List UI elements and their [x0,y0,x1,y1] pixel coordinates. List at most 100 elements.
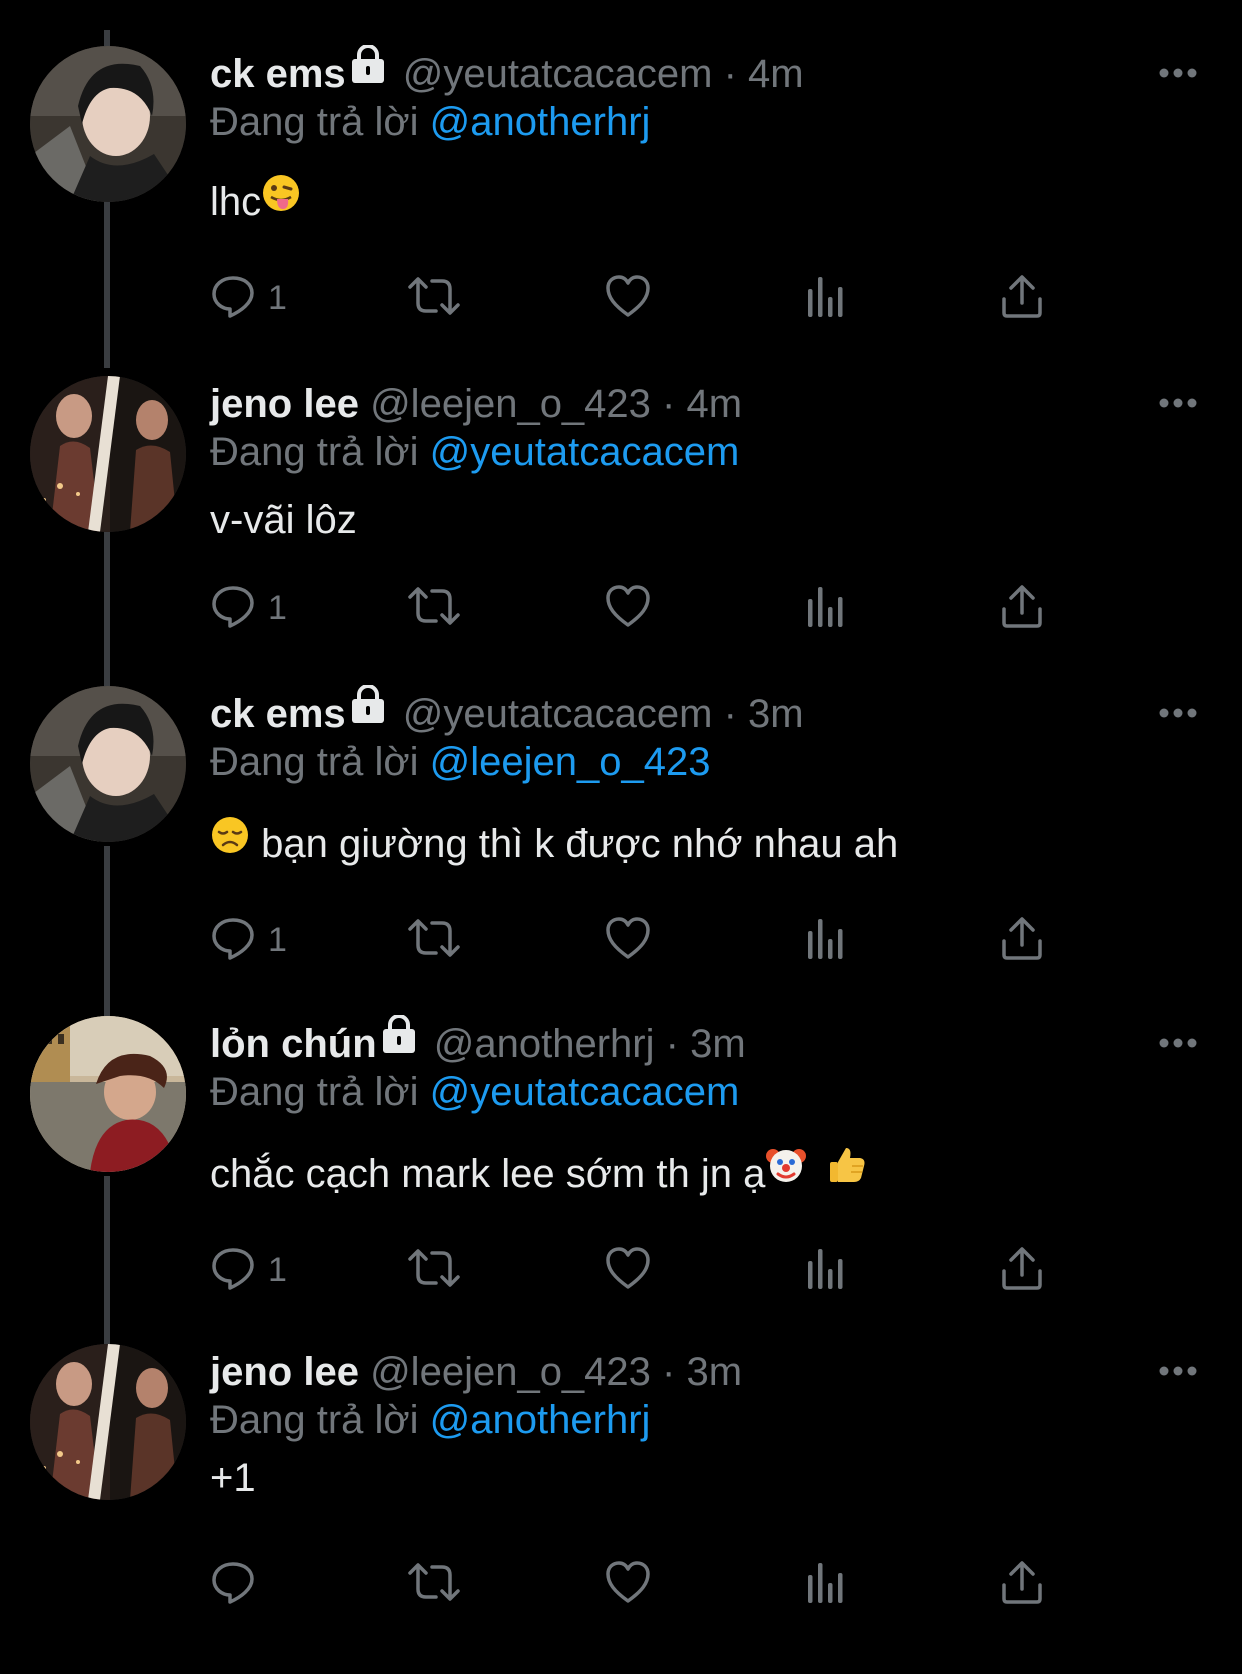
avatar-ck-ems[interactable] [30,686,186,842]
more-dots-icon[interactable] [1158,1364,1198,1382]
views-bar-chart-icon [806,915,846,966]
views-button[interactable] [806,1554,846,1614]
like-button[interactable] [604,910,652,970]
replying-to-label: Đang trả lời [210,740,419,784]
avatar-lon-chun[interactable] [30,1016,186,1172]
heart-icon [604,273,652,324]
retweet-button[interactable] [406,268,462,328]
lock-icon [348,44,388,100]
more-dots-icon[interactable] [1158,1036,1198,1054]
timestamp[interactable]: 3m [748,692,804,736]
separator-dot: · [662,1350,676,1394]
retweet-button[interactable] [406,1240,462,1300]
replying-to: Đang trả lời @yeutatcacacem [210,1064,739,1120]
mention-link[interactable]: @yeutatcacacem [430,1070,740,1114]
replying-to: Đang trả lời @anotherhrj [210,94,650,150]
like-button[interactable] [604,268,652,328]
separator-dot: · [665,1022,679,1066]
tweet[interactable]: ck ems @yeutatcacacem · 3m Đang trả lời … [0,684,1242,1016]
share-button[interactable] [1000,578,1044,638]
mention-link[interactable]: @leejen_o_423 [430,740,711,784]
clown-face-emoji [765,1144,807,1201]
share-button[interactable] [1000,268,1044,328]
tweet-text: bạn giường thì k được nhớ nhau ah [210,816,898,872]
tweet-text-content: bạn giường thì k được nhớ nhau ah [250,822,899,866]
tweet-text-content: v-vãi lôz [210,498,357,542]
more-dots-icon[interactable] [1158,66,1198,84]
separator-dot: · [723,52,737,96]
reply-count: 1 [268,920,287,959]
reply-count: 1 [268,278,287,317]
views-button[interactable] [806,268,846,328]
retweet-icon [406,273,462,324]
avatar-ck-ems[interactable] [30,46,186,202]
tweet[interactable]: lỏn chún @anotherhrj · 3m Đang trả lời @… [0,1014,1242,1346]
tweet-text-content: +1 [210,1456,256,1500]
lock-icon [348,684,388,740]
display-name[interactable]: ck ems [210,692,346,736]
share-upload-icon [1000,1245,1044,1296]
tweet-text: chắc cạch mark lee sớm th jn ạ [210,1146,868,1202]
display-name[interactable]: ck ems [210,52,346,96]
more-dots-icon[interactable] [1158,706,1198,724]
reply-button[interactable] [210,1554,268,1614]
retweet-icon [406,583,462,634]
views-bar-chart-icon [806,583,846,634]
reply-button[interactable]: 1 [210,578,287,638]
timestamp[interactable]: 3m [690,1022,746,1066]
views-bar-chart-icon [806,273,846,324]
disappointed-face-emoji [210,814,250,870]
retweet-button[interactable] [406,578,462,638]
share-upload-icon [1000,273,1044,324]
share-button[interactable] [1000,1554,1044,1614]
mention-link[interactable]: @anotherhrj [430,1398,651,1442]
views-button[interactable] [806,1240,846,1300]
like-button[interactable] [604,1240,652,1300]
heart-icon [604,583,652,634]
display-name[interactable]: jeno lee [210,1350,359,1394]
share-upload-icon [1000,915,1044,966]
heart-icon [604,1559,652,1610]
more-dots-icon[interactable] [1158,396,1198,414]
share-button[interactable] [1000,1240,1044,1300]
views-button[interactable] [806,578,846,638]
user-handle[interactable]: @yeutatcacacem [403,52,713,96]
tweet[interactable]: jeno lee @leejen_o_423 · 3m Đang trả lời… [0,1344,1242,1674]
reply-bubble-icon [210,1245,256,1296]
reply-bubble-icon [210,273,256,324]
reply-button[interactable]: 1 [210,268,287,328]
retweet-button[interactable] [406,910,462,970]
reply-button[interactable]: 1 [210,1240,287,1300]
reply-bubble-icon [210,583,256,634]
tweet-actions: 1 [210,910,1110,970]
display-name[interactable]: lỏn chún [210,1022,377,1066]
separator-dot: · [662,382,676,426]
user-handle[interactable]: @anotherhrj [434,1022,655,1066]
reply-button[interactable]: 1 [210,910,287,970]
display-name[interactable]: jeno lee [210,382,359,426]
replying-to-label: Đang trả lời [210,430,419,474]
avatar-jeno-lee[interactable] [30,376,186,532]
like-button[interactable] [604,578,652,638]
replying-to: Đang trả lời @leejen_o_423 [210,734,711,790]
timestamp[interactable]: 3m [687,1350,743,1394]
tweet[interactable]: ck ems @yeutatcacacem · 4m Đang trả lời … [0,44,1242,376]
tweet-actions [210,1554,1110,1614]
user-handle[interactable]: @leejen_o_423 [370,382,651,426]
mention-link[interactable]: @anotherhrj [430,100,651,144]
timestamp[interactable]: 4m [748,52,804,96]
tweet-actions: 1 [210,578,1110,638]
retweet-button[interactable] [406,1554,462,1614]
tweet[interactable]: jeno lee @leejen_o_423 · 4m Đang trả lời… [0,376,1242,706]
share-button[interactable] [1000,910,1044,970]
replying-to-label: Đang trả lời [210,1398,419,1442]
views-button[interactable] [806,910,846,970]
mention-link[interactable]: @yeutatcacacem [430,430,740,474]
thread-line [104,30,110,46]
like-button[interactable] [604,1554,652,1614]
avatar-jeno-lee[interactable] [30,1344,186,1500]
user-handle[interactable]: @leejen_o_423 [370,1350,651,1394]
timestamp[interactable]: 4m [687,382,743,426]
user-handle[interactable]: @yeutatcacacem [403,692,713,736]
lock-icon [379,1014,419,1070]
